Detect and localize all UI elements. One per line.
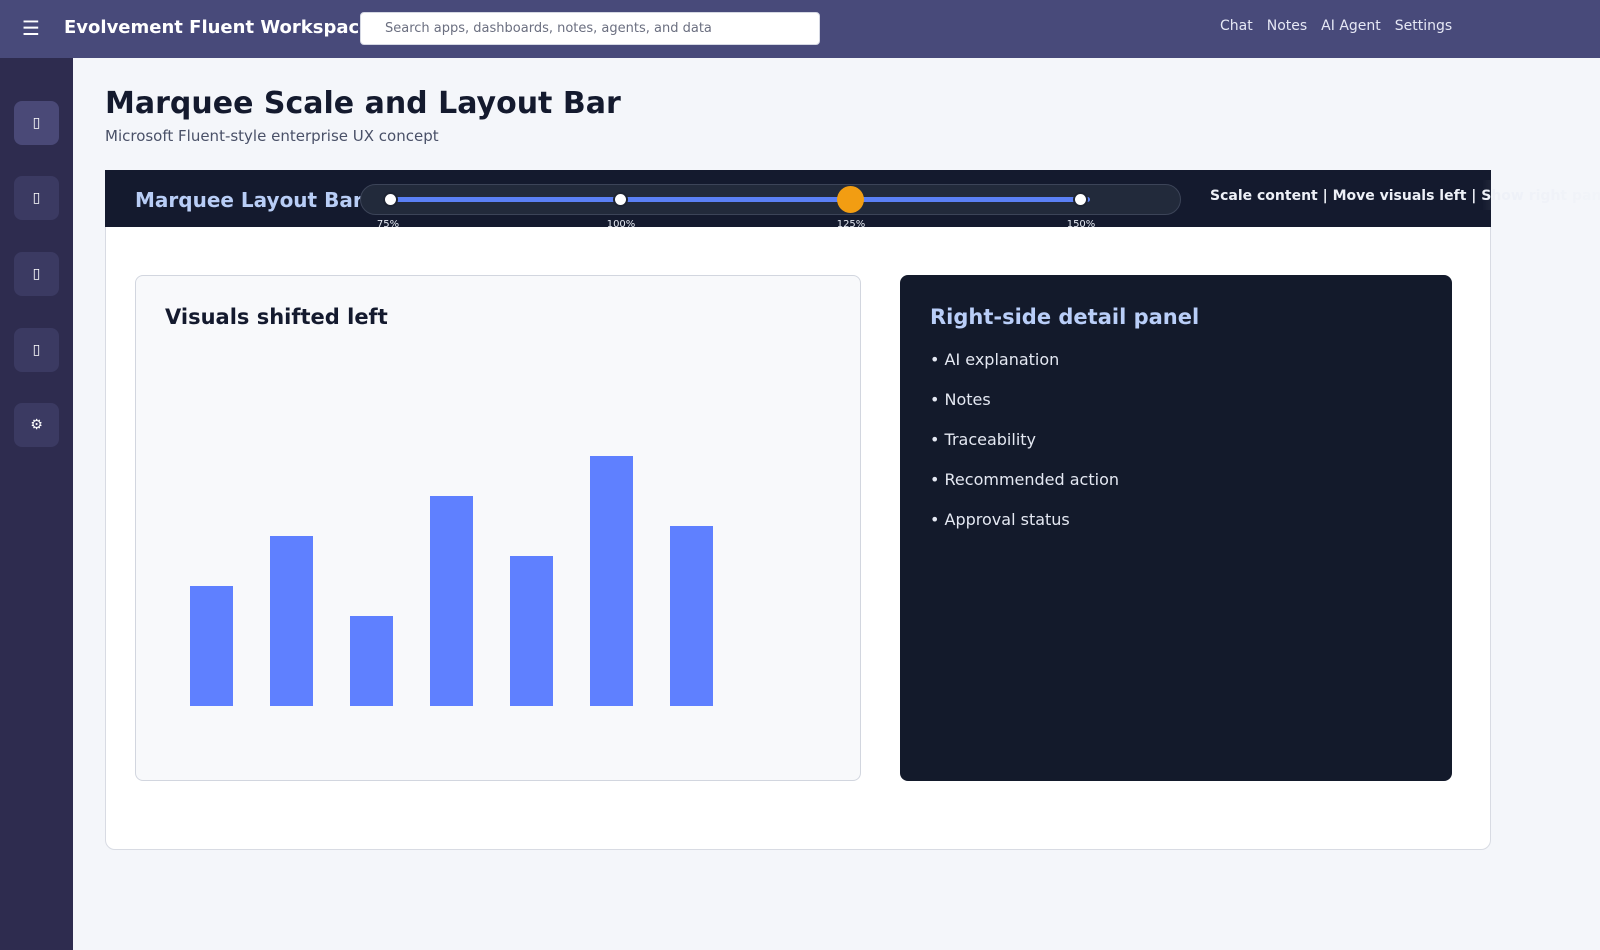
search-input[interactable]	[360, 12, 820, 45]
chart-bar-4	[430, 496, 473, 706]
detail-item-traceability: • Traceability	[930, 430, 1037, 449]
chart-bar-2	[270, 536, 313, 706]
dashboard-icon: ▯	[32, 190, 41, 206]
page-subtitle: Microsoft Fluent-style enterprise UX con…	[105, 127, 439, 145]
nav-settings[interactable]: Settings	[1395, 18, 1452, 34]
detail-item-notes: • Notes	[930, 390, 991, 409]
rail-notes-button[interactable]: ▯	[14, 252, 59, 296]
chart-bar-1	[190, 586, 233, 706]
detail-panel-title: Right-side detail panel	[930, 305, 1200, 329]
marquee-actions[interactable]: Scale content | Move visuals left | Show…	[1210, 188, 1600, 204]
notes-icon: ▯	[32, 266, 41, 282]
chart-bar-7	[670, 526, 713, 706]
detail-item-approval-status: • Approval status	[930, 510, 1070, 529]
scale-label-150: 150%	[1066, 219, 1096, 230]
scale-label-125: 125%	[836, 219, 866, 230]
nav-notes[interactable]: Notes	[1267, 18, 1307, 34]
app-title: Evolvement Fluent Workspace	[64, 17, 360, 38]
scale-stop-100[interactable]	[613, 192, 628, 207]
hamburger-icon[interactable]: ☰	[20, 16, 42, 40]
chart-bar-5	[510, 556, 553, 706]
scale-slider-line	[390, 197, 1090, 202]
top-nav: Chat Notes AI Agent Settings	[1220, 18, 1452, 34]
marquee-label: Marquee Layout Bar	[135, 188, 361, 212]
chart-bar-3	[350, 616, 393, 706]
scale-stop-75[interactable]	[383, 192, 398, 207]
nav-ai-agent[interactable]: AI Agent	[1321, 18, 1381, 34]
rail-agent-button[interactable]: ▯	[14, 328, 59, 372]
home-icon: ▯	[32, 115, 41, 131]
bar-chart	[190, 456, 713, 706]
detail-list: • AI explanation • Notes • Traceability …	[930, 350, 1119, 550]
scale-label-100: 100%	[606, 219, 636, 230]
scale-stop-150[interactable]	[1073, 192, 1088, 207]
rail-home-button[interactable]: ▯	[14, 101, 59, 145]
chart-bar-6	[590, 456, 633, 706]
agent-icon: ▯	[32, 342, 41, 358]
page-title: Marquee Scale and Layout Bar	[105, 86, 621, 121]
rail-dashboard-button[interactable]: ▯	[14, 176, 59, 220]
detail-item-ai-explanation: • AI explanation	[930, 350, 1060, 369]
rail-settings-button[interactable]: ⚙	[14, 403, 59, 447]
scale-stop-125-selected[interactable]	[837, 186, 864, 213]
detail-item-recommended-action: • Recommended action	[930, 470, 1119, 489]
gear-icon: ⚙	[30, 417, 43, 433]
nav-chat[interactable]: Chat	[1220, 18, 1253, 34]
scale-label-75: 75%	[376, 219, 400, 230]
